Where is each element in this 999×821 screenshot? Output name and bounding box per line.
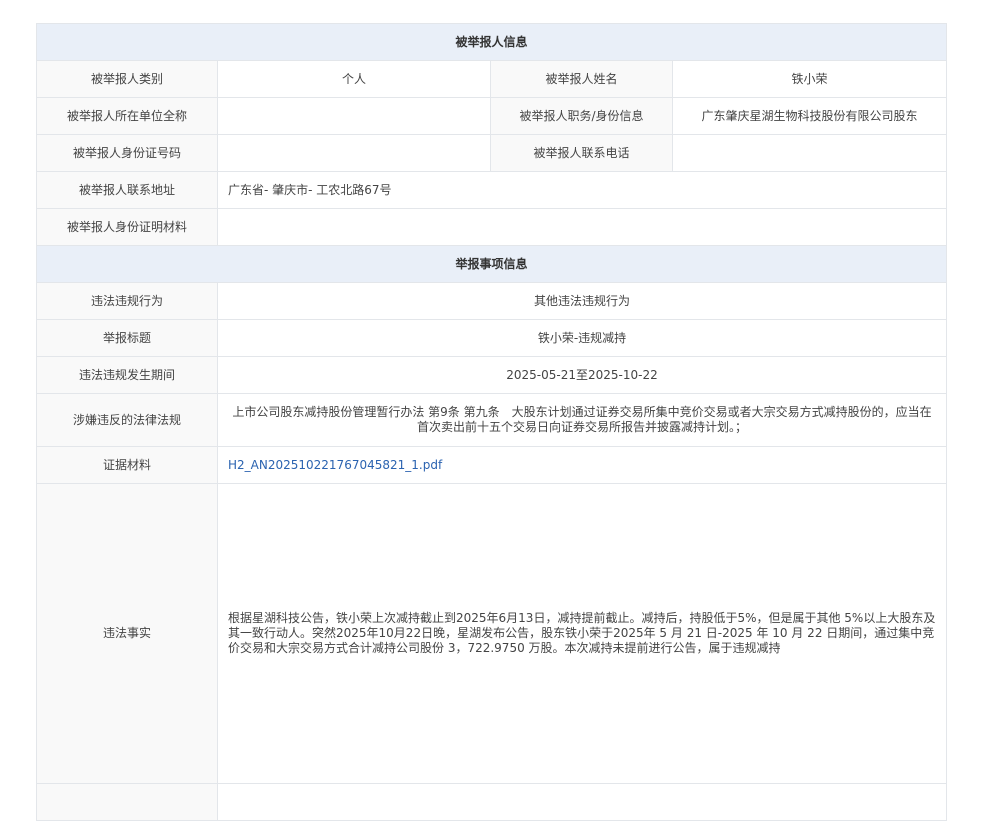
evidence-cell: H2_AN202510221767045821_1.pdf	[216, 446, 948, 484]
respondent-name-value: 铁小荣	[671, 60, 948, 98]
report-title-value: 铁小荣-违规减持	[216, 319, 948, 357]
row-respondent-address: 被举报人联系地址 广东省- 肇庆市- 工农北路67号	[36, 171, 948, 209]
respondent-phone-value	[671, 134, 948, 172]
respondent-name-label: 被举报人姓名	[490, 60, 673, 98]
section-header-report-matter: 举报事项信息	[35, 245, 948, 283]
violation-value: 其他违法违规行为	[216, 282, 948, 320]
row-facts: 违法事实 根据星湖科技公告，铁小荣上次减持截止到2025年6月13日，减持提前截…	[36, 483, 948, 784]
respondent-unit-value	[217, 97, 491, 135]
respondent-phone-label: 被举报人联系电话	[490, 134, 673, 172]
respondent-address-label: 被举报人联系地址	[36, 171, 218, 209]
row-empty	[36, 783, 948, 821]
facts-label: 违法事实	[36, 483, 218, 784]
report-title-label: 举报标题	[36, 319, 218, 357]
facts-value: 根据星湖科技公告，铁小荣上次减持截止到2025年6月13日，减持提前截止。减持后…	[216, 483, 948, 784]
respondent-address-value: 广东省- 肇庆市- 工农北路67号	[216, 171, 948, 209]
section-title: 被举报人信息	[35, 23, 948, 61]
row-violation-period: 违法违规发生期间 2025-05-21至2025-10-22	[36, 356, 948, 394]
evidence-file-link[interactable]: H2_AN202510221767045821_1.pdf	[228, 458, 442, 472]
respondent-position-label: 被举报人职务/身份信息	[490, 97, 673, 135]
section-title: 举报事项信息	[35, 245, 948, 283]
section-header-respondent: 被举报人信息	[35, 23, 948, 61]
row-violation: 违法违规行为 其他违法违规行为	[36, 282, 948, 320]
row-respondent-unit-position: 被举报人所在单位全称 被举报人职务/身份信息 广东肇庆星湖生物科技股份有限公司股…	[36, 97, 948, 135]
law-label: 涉嫌违反的法律法规	[36, 393, 218, 447]
violation-period-value: 2025-05-21至2025-10-22	[216, 356, 948, 394]
law-value: 上市公司股东减持股份管理暂行办法 第9条 第九条 大股东计划通过证券交易所集中竞…	[216, 393, 948, 447]
report-table: 被举报人信息 被举报人类别 个人 被举报人姓名 铁小荣 被举报人所在单位全称 被…	[35, 23, 948, 821]
respondent-unit-label: 被举报人所在单位全称	[36, 97, 218, 135]
respondent-position-value: 广东肇庆星湖生物科技股份有限公司股东	[671, 97, 948, 135]
empty-value	[216, 783, 948, 821]
violation-period-label: 违法违规发生期间	[36, 356, 218, 394]
respondent-idno-value	[217, 134, 491, 172]
violation-label: 违法违规行为	[36, 282, 218, 320]
respondent-type-value: 个人	[217, 60, 491, 98]
respondent-id-material-value	[216, 208, 948, 246]
respondent-idno-label: 被举报人身份证号码	[36, 134, 218, 172]
row-respondent-type-name: 被举报人类别 个人 被举报人姓名 铁小荣	[36, 60, 948, 98]
row-law: 涉嫌违反的法律法规 上市公司股东减持股份管理暂行办法 第9条 第九条 大股东计划…	[36, 393, 948, 447]
respondent-type-label: 被举报人类别	[36, 60, 218, 98]
row-respondent-idno-phone: 被举报人身份证号码 被举报人联系电话	[36, 134, 948, 172]
empty-label	[36, 783, 218, 821]
report-detail: 被举报人信息 被举报人类别 个人 被举报人姓名 铁小荣 被举报人所在单位全称 被…	[35, 23, 948, 821]
row-respondent-id-material: 被举报人身份证明材料	[36, 208, 948, 246]
row-report-title: 举报标题 铁小荣-违规减持	[36, 319, 948, 357]
row-evidence: 证据材料 H2_AN202510221767045821_1.pdf	[36, 446, 948, 484]
evidence-label: 证据材料	[36, 446, 218, 484]
respondent-id-material-label: 被举报人身份证明材料	[36, 208, 218, 246]
